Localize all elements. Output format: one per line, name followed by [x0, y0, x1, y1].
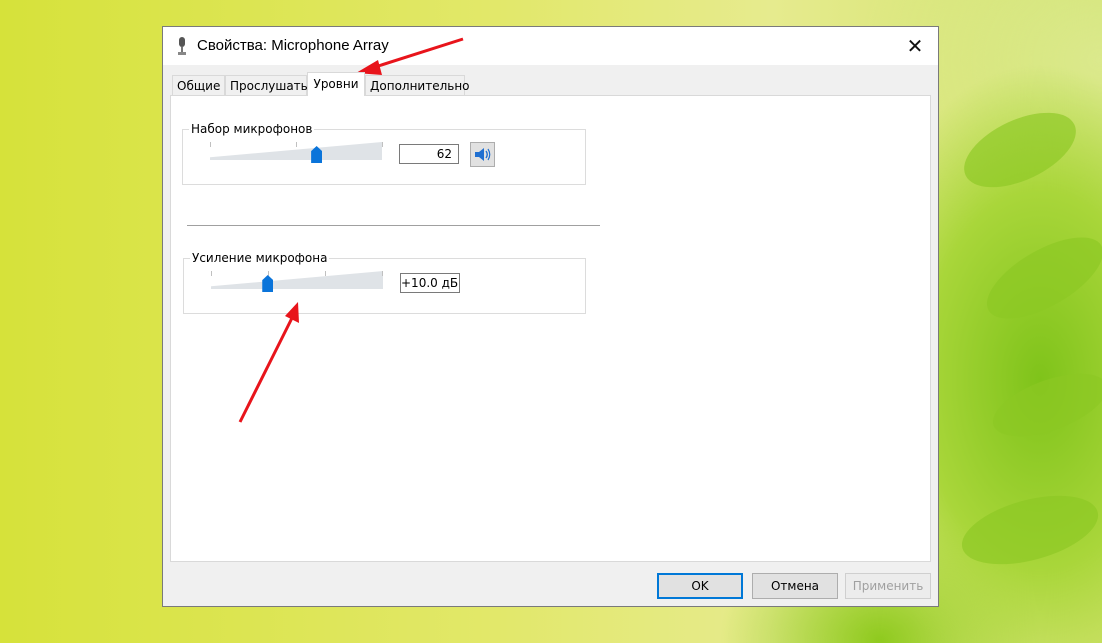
mic-boost-slider-track[interactable]	[211, 271, 383, 289]
background-leaf	[952, 97, 1088, 203]
mic-array-value[interactable]: 62	[399, 144, 459, 164]
tab-listen[interactable]: Прослушать	[225, 75, 308, 95]
slider-tick	[296, 142, 297, 147]
slider-tick	[382, 271, 383, 276]
cancel-button[interactable]: Отмена	[752, 573, 838, 599]
title-bar: Свойства: Microphone Array ✕	[163, 27, 938, 65]
mic-boost-group: Усиление микрофона +10.0 дБ	[183, 251, 586, 314]
slider-tick	[210, 142, 211, 147]
ok-button[interactable]: OK	[657, 573, 743, 599]
mute-button[interactable]	[470, 142, 495, 167]
apply-button[interactable]: Применить	[845, 573, 931, 599]
background-leaf	[985, 360, 1102, 450]
window-title: Свойства: Microphone Array	[197, 37, 389, 54]
tab-levels[interactable]: Уровни	[307, 72, 365, 96]
properties-dialog: Свойства: Microphone Array ✕ Общие Просл…	[162, 26, 939, 607]
close-icon: ✕	[906, 34, 924, 58]
slider-tick	[211, 271, 212, 276]
speaker-icon	[475, 148, 491, 161]
mic-boost-label: Усиление микрофона	[190, 251, 330, 265]
microphone-icon	[178, 37, 186, 55]
mic-array-group: Набор микрофонов 62	[182, 122, 586, 185]
close-button[interactable]: ✕	[892, 27, 938, 65]
section-divider	[187, 225, 600, 226]
background-leaf	[974, 221, 1102, 335]
tab-general[interactable]: Общие	[172, 75, 225, 95]
background-leaf	[954, 482, 1102, 578]
slider-tick	[268, 271, 269, 276]
mic-boost-slider-thumb[interactable]	[262, 275, 274, 292]
slider-tick	[382, 142, 383, 147]
tab-advanced[interactable]: Дополнительно	[365, 75, 470, 95]
slider-tick	[325, 271, 326, 276]
mic-array-label: Набор микрофонов	[189, 122, 315, 136]
levels-panel: Набор микрофонов 62 Усиление микрофона +…	[170, 95, 931, 562]
mic-boost-value[interactable]: +10.0 дБ	[400, 273, 460, 293]
